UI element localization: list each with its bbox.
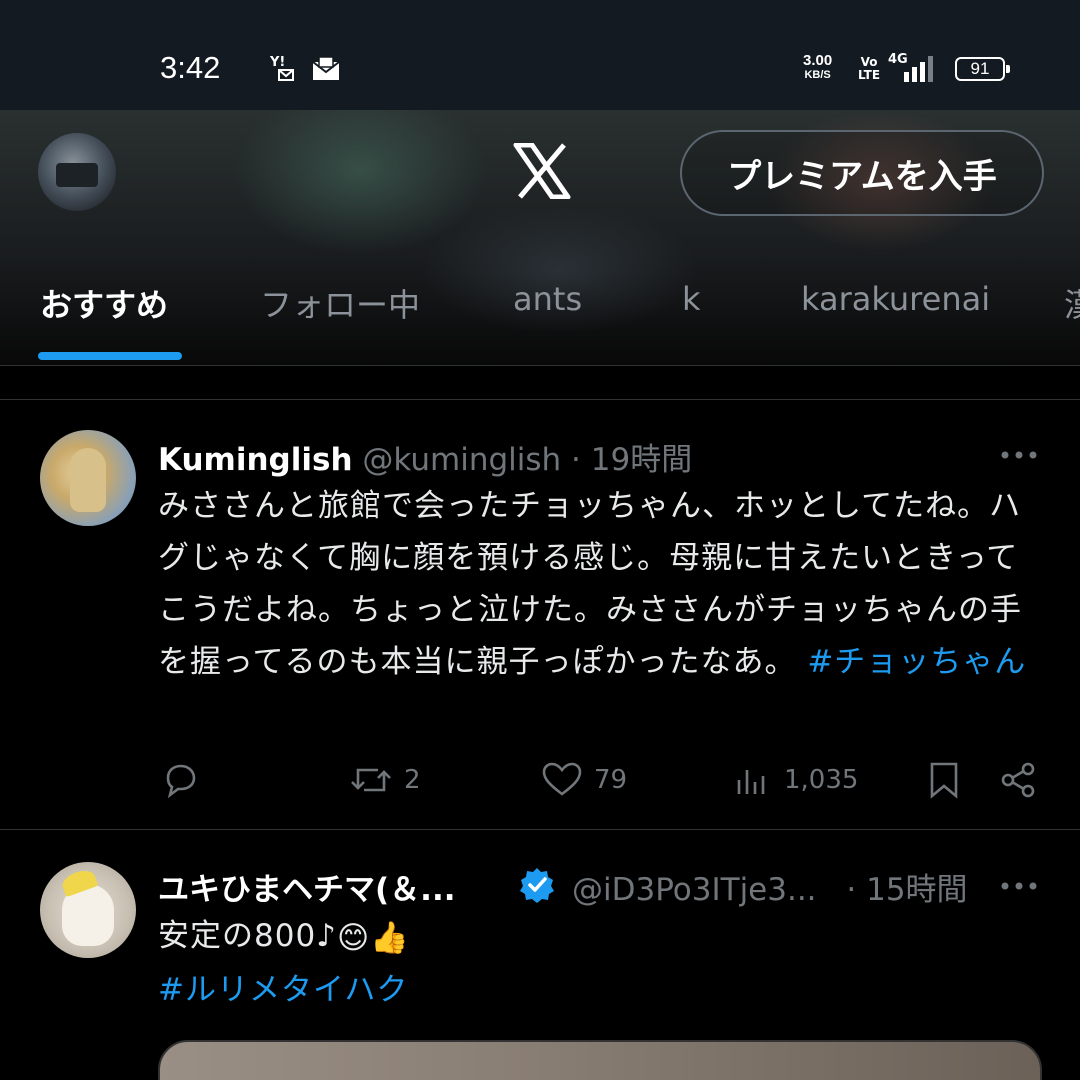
bookmark-button[interactable] <box>924 752 964 808</box>
bookmark-icon <box>930 762 958 799</box>
tweet-media-image[interactable] <box>158 1040 1042 1080</box>
tab-for-you[interactable]: おすすめ <box>40 280 168 326</box>
verified-badge-icon <box>520 868 554 903</box>
tweet-header: ユキひまヘチマ(＆... <box>158 864 456 909</box>
heart-icon <box>542 762 582 796</box>
reply-button[interactable] <box>160 752 210 808</box>
tab-kanji[interactable]: 漢 <box>1064 280 1080 326</box>
views-icon <box>737 770 765 794</box>
tweet-author-avatar[interactable] <box>40 430 136 526</box>
tweet-display-name[interactable]: ユキひまヘチマ(＆... <box>158 872 456 908</box>
tweet-divider <box>0 829 1080 830</box>
network-speed: 3.00 KB/S <box>803 52 833 81</box>
tweet-author-avatar[interactable] <box>40 862 136 958</box>
tab-following[interactable]: フォロー中 <box>260 280 420 326</box>
yahoo-notification-icon: Y! <box>270 56 296 84</box>
status-clock: 3:42 <box>160 50 221 85</box>
retweet-button[interactable]: 2 <box>348 752 421 808</box>
retweet-icon <box>351 768 391 792</box>
views-button[interactable]: 1,035 <box>732 752 858 808</box>
more-options-icon[interactable] <box>1000 447 1040 467</box>
tab-karakurenai[interactable]: karakurenai <box>801 280 990 318</box>
tab-k[interactable]: k <box>682 280 701 318</box>
signal-icon: 4G <box>888 52 940 84</box>
tweet-handle[interactable]: @iD3Po3ITje3... <box>572 872 817 908</box>
reply-icon <box>166 764 196 799</box>
battery-icon: 91 <box>955 57 1010 81</box>
share-icon <box>1001 762 1035 798</box>
tab-ants[interactable]: ants <box>513 280 582 318</box>
mail-icon <box>312 56 340 82</box>
volte-icon: Vo LTE <box>858 55 881 82</box>
tweet-time[interactable]: · 19時間 <box>571 442 692 478</box>
tweet-text: 安定の800♪😊👍 #ルリメタイハク <box>158 910 1038 1016</box>
tweet-meta: @iD3Po3ITje3... · 15時間 <box>572 864 968 909</box>
hashtag-link[interactable]: #チョッちゃん <box>807 644 1026 680</box>
share-button[interactable] <box>998 752 1038 808</box>
status-bar: 3:42 Y! 3.00 KB/S Vo LTE 4G 91 <box>0 0 1080 110</box>
my-avatar[interactable] <box>38 133 116 211</box>
get-premium-button[interactable]: プレミアムを入手 <box>680 130 1044 216</box>
tabs-divider <box>0 365 1080 366</box>
like-button[interactable]: 79 <box>540 752 627 808</box>
tweet-time[interactable]: · 15時間 <box>846 872 967 908</box>
tweet-header: Kuminglish @kuminglish · 19時間 <box>158 434 692 479</box>
active-tab-indicator <box>38 352 182 360</box>
x-logo-icon[interactable] <box>512 142 572 200</box>
tweet-actions: 2 79 1,035 <box>0 752 1080 808</box>
tweet-text: みささんと旅館で会ったチョッちゃん、ホッとしてたね。ハグじゃなくて胸に顔を預ける… <box>158 488 1027 680</box>
timeline-tabs: おすすめ フォロー中 ants k karakurenai 漢 <box>0 270 1080 366</box>
feed-divider <box>0 399 1080 400</box>
hashtag-link[interactable]: #ルリメタイハク <box>158 972 408 1008</box>
smile-thumbsup-emoji: 😊👍 <box>336 919 410 956</box>
tweet-handle[interactable]: @kuminglish <box>362 442 561 478</box>
more-options-icon[interactable] <box>1000 878 1040 898</box>
tweet-display-name[interactable]: Kuminglish <box>158 442 353 478</box>
